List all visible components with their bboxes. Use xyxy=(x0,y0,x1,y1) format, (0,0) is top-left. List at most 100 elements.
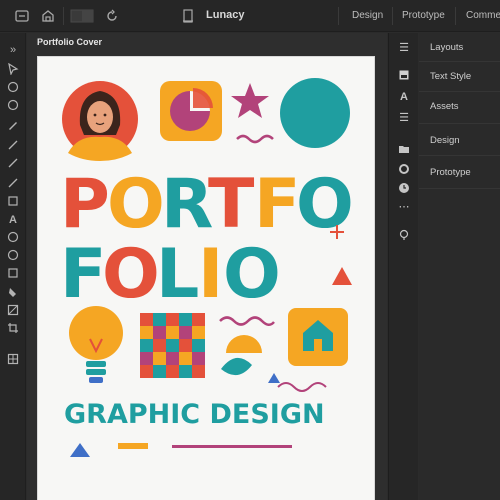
checker-cell xyxy=(192,313,205,326)
divider xyxy=(419,123,500,124)
squiggle-shape xyxy=(236,134,274,144)
panel-item-prototype[interactable]: Prototype xyxy=(430,167,471,178)
circle2-icon[interactable] xyxy=(5,249,21,263)
image-icon[interactable] xyxy=(5,304,21,318)
ellipse-icon[interactable] xyxy=(5,81,21,95)
avatar-illustration xyxy=(62,81,138,161)
small-triangle-shape xyxy=(268,373,280,383)
separator xyxy=(455,7,456,25)
wavy-line2-shape xyxy=(277,382,327,392)
poster-graphics: P O R T F O F O L I O GRAPHIC DESIGN xyxy=(60,78,354,457)
letter-l: L xyxy=(156,235,199,314)
bulb-icon[interactable] xyxy=(396,229,412,243)
tab-design[interactable]: Design xyxy=(352,10,383,21)
letter-o2: O xyxy=(296,165,354,244)
checker-cell xyxy=(153,313,166,326)
text-icon[interactable]: A xyxy=(396,90,412,104)
circle-icon[interactable] xyxy=(396,163,412,177)
checker-cell xyxy=(179,326,192,339)
tab-prototype[interactable]: Prototype xyxy=(402,10,445,21)
circle-icon[interactable] xyxy=(5,99,21,113)
checker-cell xyxy=(166,326,179,339)
clock-icon[interactable] xyxy=(396,182,412,196)
letter-f2: F xyxy=(60,235,106,314)
rectangle-icon[interactable] xyxy=(5,195,21,209)
checker-cell xyxy=(192,326,205,339)
teal-circle-shape xyxy=(280,78,350,148)
checker-cell xyxy=(166,313,179,326)
frame-label[interactable]: Portfolio Cover xyxy=(37,37,102,47)
letter-o4: O xyxy=(223,235,281,314)
line2-icon[interactable] xyxy=(5,177,21,191)
separator xyxy=(338,7,339,25)
app-title: Lunacy xyxy=(206,9,245,21)
half-circle-shape xyxy=(226,335,262,353)
separator xyxy=(392,7,393,25)
divider xyxy=(419,91,500,92)
pencil-icon[interactable] xyxy=(5,157,21,171)
poster-subtitle: GRAPHIC DESIGN xyxy=(64,399,325,430)
line-icon[interactable] xyxy=(5,139,21,153)
letter-o: O xyxy=(107,165,165,244)
refresh-icon[interactable] xyxy=(104,8,120,24)
app-window: Lunacy Design Prototype Comme » A Portfo… xyxy=(0,0,500,500)
square-icon[interactable] xyxy=(396,69,412,83)
checker-cell xyxy=(140,326,153,339)
home-icon[interactable] xyxy=(40,8,56,24)
ellipse2-icon[interactable] xyxy=(5,231,21,245)
checker-cell xyxy=(192,339,205,352)
folder-icon[interactable] xyxy=(396,143,412,157)
panel-item-text-style[interactable]: Text Style xyxy=(430,71,471,82)
collapse-icon[interactable]: » xyxy=(5,43,21,57)
letter-t: T xyxy=(208,165,255,244)
leaf-shape xyxy=(221,357,252,376)
menu-icon[interactable]: ☰ xyxy=(396,41,412,55)
panel-item-design[interactable]: Design xyxy=(430,135,460,146)
grid-icon[interactable] xyxy=(5,353,21,367)
artboard[interactable]: P O R T F O F O L I O GRAPHIC DESIGN xyxy=(38,57,374,500)
checker-cell xyxy=(166,352,179,365)
checker-cell xyxy=(140,365,153,378)
divider xyxy=(419,188,500,189)
checker-cell xyxy=(153,352,166,365)
checker-cell xyxy=(179,352,192,365)
checker-cell xyxy=(140,339,153,352)
crop-icon[interactable] xyxy=(5,322,21,336)
checker-cell xyxy=(153,365,166,378)
panel-item-assets[interactable]: Assets xyxy=(430,101,459,112)
frame-toggle-icon[interactable] xyxy=(14,8,30,24)
star-icon xyxy=(231,83,269,118)
panel-item-layouts[interactable]: Layouts xyxy=(430,42,463,53)
checker-cell xyxy=(179,365,192,378)
title-line-1: P O R T F O xyxy=(60,165,354,244)
title-line-2: F O L I O xyxy=(60,235,281,314)
top-bar: Lunacy Design Prototype Comme xyxy=(0,0,500,32)
checker-cell xyxy=(140,313,153,326)
pie-chart-icon xyxy=(160,81,222,141)
home-card-icon xyxy=(288,308,348,366)
right-panel: Layouts Text Style Assets Design Prototy… xyxy=(419,33,500,500)
checker-cell xyxy=(140,352,153,365)
pen-icon[interactable] xyxy=(5,119,21,133)
list-icon[interactable]: ☰ xyxy=(396,111,412,125)
checker-cell xyxy=(192,352,205,365)
checker-cell xyxy=(153,326,166,339)
checker-cell xyxy=(153,339,166,352)
letter-o3: O xyxy=(102,235,160,314)
right-icon-strip: ☰ A ☰ ⋯ xyxy=(388,33,418,500)
more-icon[interactable]: ⋯ xyxy=(396,200,412,214)
document-icon[interactable] xyxy=(180,8,196,24)
left-toolbar: » A xyxy=(0,33,26,500)
square-icon[interactable] xyxy=(5,267,21,281)
bottom-purple-line xyxy=(172,445,292,448)
tab-comments[interactable]: Comme xyxy=(466,10,500,21)
checker-pattern xyxy=(140,313,205,378)
text-icon[interactable]: A xyxy=(5,213,21,227)
checker-cell xyxy=(166,339,179,352)
letter-r: R xyxy=(161,165,213,244)
wavy-line-shape xyxy=(219,316,275,326)
pointer-icon[interactable] xyxy=(5,62,21,77)
fill-icon[interactable] xyxy=(5,286,21,300)
checker-cell xyxy=(166,365,179,378)
layout-icon[interactable] xyxy=(70,8,94,24)
